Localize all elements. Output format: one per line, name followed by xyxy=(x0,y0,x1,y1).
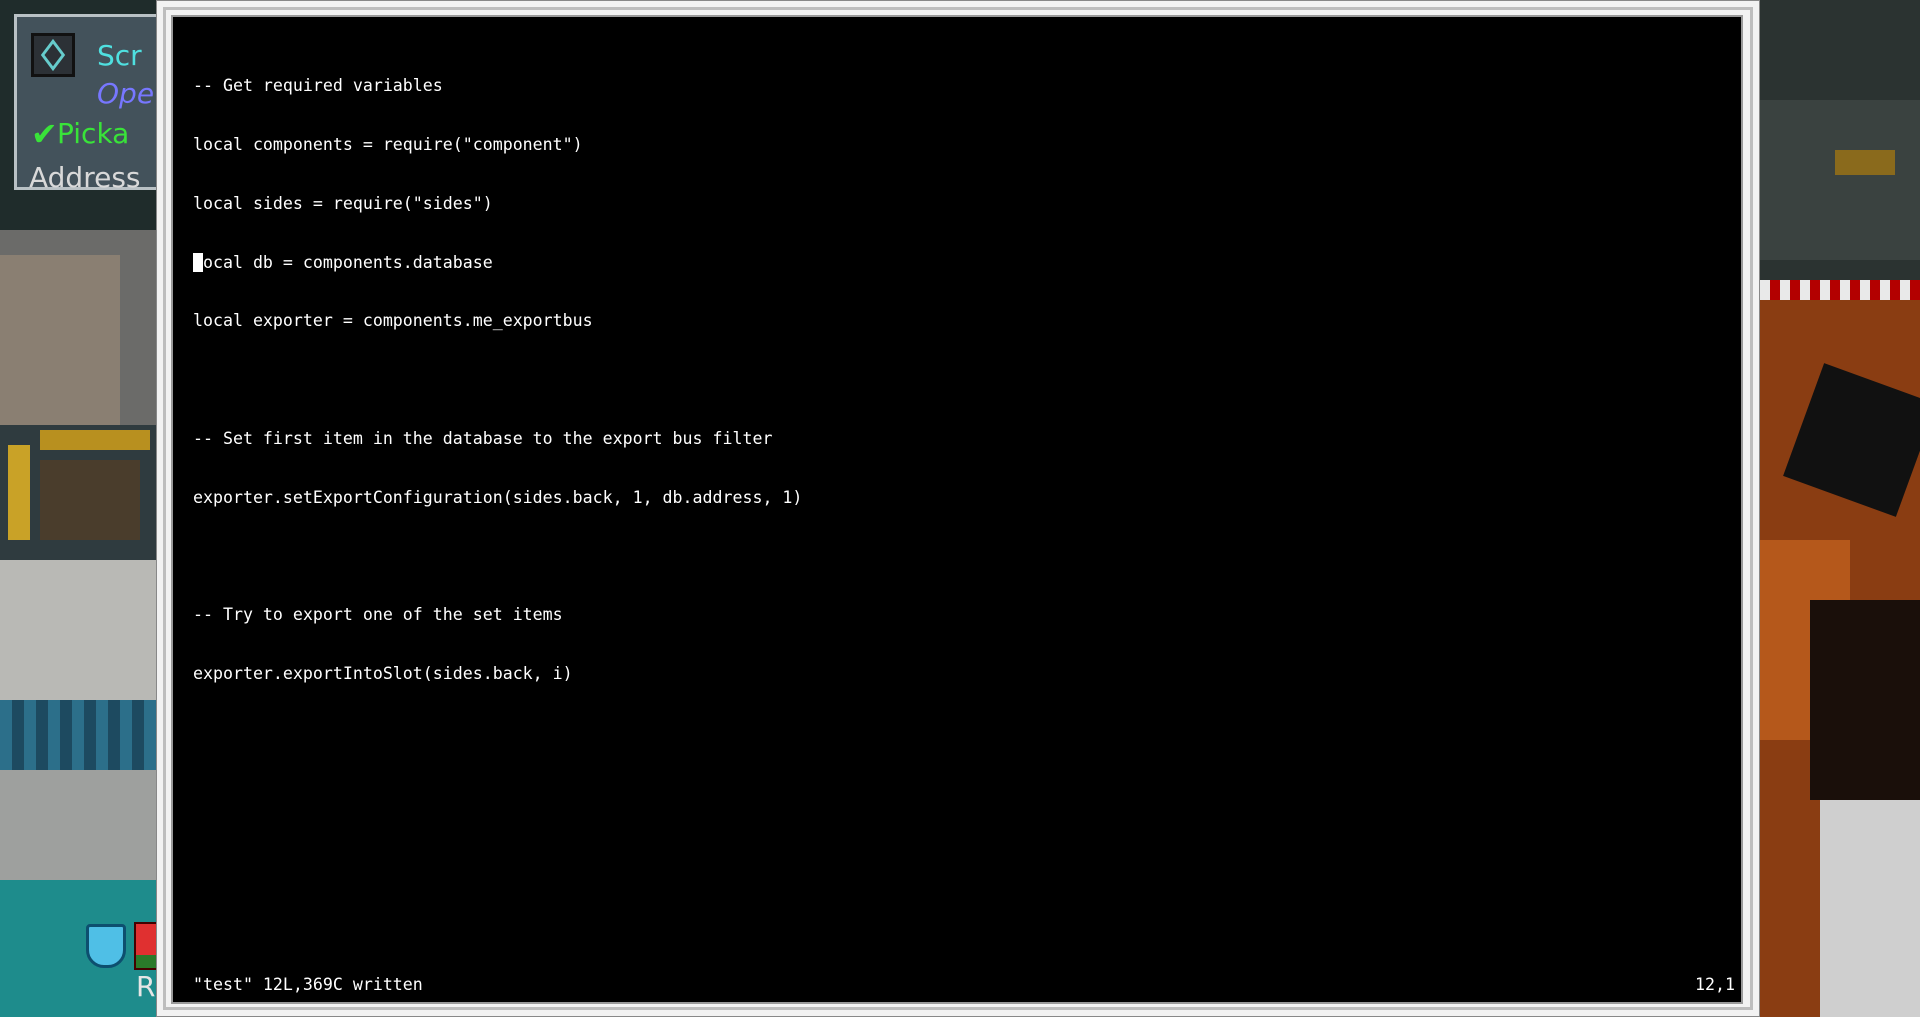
cube-icon xyxy=(31,33,75,77)
world-block xyxy=(8,445,30,540)
code-line: -- Set first item in the database to the… xyxy=(193,428,773,448)
hud-line-tool: Picka xyxy=(57,117,130,150)
world-block xyxy=(0,255,120,425)
hotbar-label: R xyxy=(136,970,156,1003)
code-line: exporter.setExportConfiguration(sides.ba… xyxy=(193,487,803,507)
status-message: "test" 12L,369C written xyxy=(193,975,423,994)
terminal-window[interactable]: -- Get required variables local componen… xyxy=(156,0,1760,1017)
checkmark-icon: ✔ xyxy=(31,115,58,153)
world-block xyxy=(40,430,150,450)
world-stripe xyxy=(1760,280,1920,300)
text-cursor xyxy=(193,253,203,272)
code-line: local sides = require("sides") xyxy=(193,193,493,213)
code-line: local components = require("component") xyxy=(193,134,583,154)
code-line: local exporter = components.me_exportbus xyxy=(193,311,593,331)
code-line: -- Try to export one of the set items xyxy=(193,605,563,625)
terminal-screen[interactable]: -- Get required variables local componen… xyxy=(171,15,1743,1004)
code-line: local db = components.database xyxy=(193,252,493,272)
world-machine xyxy=(1760,100,1920,260)
hud-info-panel: Scr Ope ✔ Picka Address xyxy=(14,14,164,194)
health-icon xyxy=(134,922,158,970)
code-line: exporter.exportIntoSlot(sides.back, i) xyxy=(193,664,573,683)
hud-line-address: Address xyxy=(29,161,141,194)
world-floor xyxy=(1820,800,1920,1017)
world-block xyxy=(40,460,140,540)
world-block xyxy=(1835,150,1895,175)
world-entity xyxy=(1810,600,1920,800)
cursor-position: 12,1 xyxy=(1695,975,1735,994)
armor-icon xyxy=(86,924,126,968)
editor-buffer[interactable]: -- Get required variables local componen… xyxy=(193,37,802,723)
world-floor-tiles xyxy=(0,700,160,770)
hud-line-subtitle: Ope xyxy=(97,77,155,110)
hud-line-title: Scr xyxy=(97,39,142,72)
code-line: -- Get required variables xyxy=(193,76,443,96)
